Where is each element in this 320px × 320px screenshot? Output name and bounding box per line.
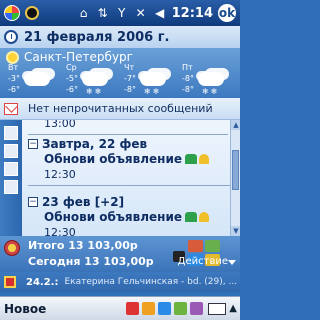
new-button[interactable]: Новое	[4, 302, 46, 316]
collapse-toggle[interactable]: −	[28, 197, 38, 207]
bell-icon	[199, 154, 209, 164]
start-icon[interactable]	[4, 5, 20, 21]
divider	[28, 134, 228, 135]
birthday-row[interactable]: 24.2.: Екатерина Гельчинская - bd. (29),…	[0, 272, 240, 292]
close-icon[interactable]: ✕	[134, 6, 148, 20]
appointment-time: 13:00	[44, 120, 76, 130]
messages-row[interactable]: Нет непрочитанных сообщений	[0, 98, 240, 120]
cloud-snow-icon	[198, 72, 224, 86]
weather-day-high: -8°	[182, 74, 194, 83]
tray-app-icon[interactable]	[158, 302, 172, 315]
weather-day-low: -8°	[182, 85, 194, 94]
weather-day-low: -6°	[66, 85, 78, 94]
tray-icons: ▲	[126, 302, 237, 315]
sun-icon	[6, 50, 19, 64]
command-bar: Новое ▲	[0, 296, 240, 320]
weather-day-name: Чт	[124, 63, 135, 72]
volume-icon[interactable]: ◀	[153, 6, 167, 20]
chevron-up-icon[interactable]: ▲	[229, 303, 237, 314]
scroll-thumb[interactable]	[232, 150, 239, 190]
calendar-item[interactable]: Обнови объявление 12:30	[22, 152, 230, 181]
people-icon	[185, 154, 197, 164]
chevron-down-icon[interactable]	[228, 260, 236, 265]
date-row[interactable]: 21 февраля 2006 г.	[0, 26, 240, 48]
cloud-snow-icon	[140, 72, 166, 86]
tray-app-icon[interactable]	[190, 302, 204, 315]
calendar-item-title: Обнови объявление	[44, 210, 182, 224]
calendar-group-header[interactable]: − 23 фев [+2]	[22, 194, 230, 210]
totals-panel[interactable]: Итого 13 103,00р Сегодня 13 103,00р Дейс…	[0, 236, 240, 272]
people-icon	[185, 212, 197, 222]
ok-button[interactable]: ok	[218, 4, 236, 22]
weather-day-low: -8°	[124, 85, 136, 94]
calendar-scrollbar[interactable]: ▲ ▼	[230, 120, 240, 236]
weather-day: Вт -3° -6°	[2, 63, 52, 97]
weather-day-high: -5°	[66, 74, 78, 83]
calendar-group-title: 23 фев [+2]	[42, 195, 125, 209]
calendar-item-title-row: Обнови объявление	[44, 210, 230, 224]
weather-day-name: Вт	[8, 63, 19, 72]
signal-icon[interactable]: Y	[115, 6, 129, 20]
home-icon[interactable]: ⌂	[77, 6, 91, 20]
calendar-item-title-row: Обнови объявление	[44, 152, 230, 166]
calendar-item-time: 12:30	[44, 168, 76, 181]
cloud-sun-icon	[20, 64, 50, 86]
tray-app-icon[interactable]	[142, 302, 156, 315]
status-icons: ⌂ ⇅ Y ✕ ◀ 12:14 ok	[77, 4, 236, 22]
weather-day: Чт -7° -8° ❄❄	[118, 63, 168, 97]
snowflake-icon: ❄❄	[202, 87, 220, 96]
calendar-list[interactable]: 13:00 − Завтра, 22 фев Обнови объявление…	[22, 120, 240, 236]
sync-icon[interactable]: ⇅	[96, 6, 110, 20]
keyboard-icon[interactable]	[208, 302, 227, 315]
weather-day: Ср -5° -6° ❄❄	[60, 63, 110, 97]
calendar-item-title: Обнови объявление	[44, 152, 182, 166]
notes-icon[interactable]	[4, 162, 18, 176]
snowflake-icon: ❄❄	[144, 87, 162, 96]
gift-icon	[4, 276, 16, 288]
scroll-down-arrow-icon[interactable]: ▼	[231, 226, 240, 236]
envelope-icon	[4, 102, 18, 115]
calendar-group: − Завтра, 22 фев Обнови объявление 12:30	[22, 136, 230, 186]
collapse-toggle[interactable]: −	[28, 139, 38, 149]
weather-city: Санкт-Петербург	[6, 50, 133, 64]
birthday-date: 24.2.:	[26, 276, 59, 288]
total-amount: Итого 13 103,00р	[28, 239, 138, 252]
app-icon[interactable]	[25, 6, 39, 20]
calendar-group: − 23 фев [+2] Обнови объявление 12:30	[22, 194, 230, 236]
messages-status: Нет непрочитанных сообщений	[28, 102, 213, 115]
today-amount: Сегодня 13 103,00р	[28, 255, 154, 268]
status-bar: ⌂ ⇅ Y ✕ ◀ 12:14 ok	[0, 0, 240, 26]
weather-panel[interactable]: Санкт-Петербург Вт -3° -6° Ср -5° -6° ❄❄…	[0, 48, 240, 98]
weather-day-high: -7°	[124, 74, 136, 83]
weather-day-name: Пт	[182, 63, 193, 72]
cloud-snow-icon	[82, 72, 108, 86]
gear-icon	[4, 240, 20, 256]
weather-day: Пт -8° -8° ❄❄	[176, 63, 226, 97]
weather-day-high: -3°	[8, 74, 20, 83]
scroll-up-arrow-icon[interactable]: ▲	[231, 120, 240, 130]
weather-day-low: -6°	[8, 85, 20, 94]
clock-icon	[4, 30, 18, 44]
contacts-icon[interactable]	[4, 180, 18, 194]
city-name: Санкт-Петербург	[24, 50, 133, 64]
action-button[interactable]: Действие	[178, 256, 228, 267]
bell-icon	[199, 212, 209, 222]
tasks-icon[interactable]	[4, 144, 18, 158]
weather-day-name: Ср	[66, 63, 77, 72]
birthday-text: Екатерина Гельчинская - bd. (29), ...	[64, 277, 238, 287]
divider	[28, 185, 230, 186]
today-date: 21 февраля 2006 г.	[24, 29, 170, 45]
calendar-icon[interactable]	[4, 126, 18, 140]
calendar-group-header[interactable]: − Завтра, 22 фев	[22, 136, 230, 152]
tray-app-icon[interactable]	[126, 302, 140, 315]
snowflake-icon: ❄❄	[86, 87, 104, 96]
calendar-item-time: 12:30	[44, 226, 76, 236]
calendar-group-title: Завтра, 22 фев	[42, 137, 148, 151]
calendar-item[interactable]: Обнови объявление 12:30	[22, 210, 230, 236]
clock-time[interactable]: 12:14	[172, 6, 213, 21]
tray-app-icon[interactable]	[174, 302, 188, 315]
